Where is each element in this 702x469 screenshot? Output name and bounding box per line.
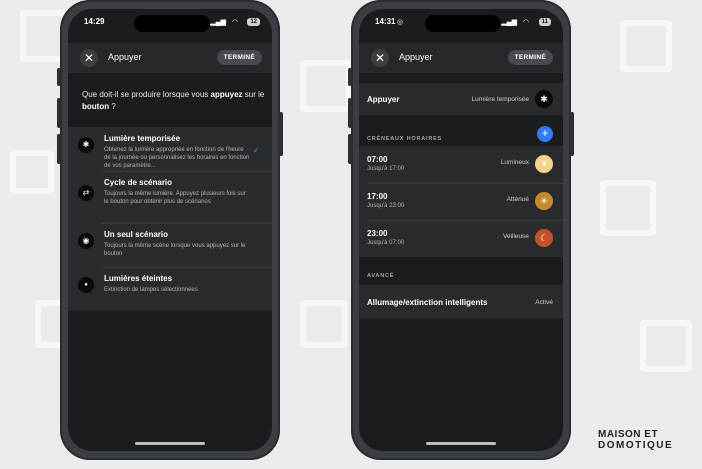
slot-time: 07:00 — [367, 155, 388, 164]
question-text: Que doit-il se produire lorsque vous app… — [82, 89, 267, 113]
left-phone: 14:29 ⌂ ▂▄▆ ◠ 12 ✕ Appuyer TERMINÉ Que d… — [57, 0, 283, 460]
question-prefix: Que doit-il se produire lorsque vous — [82, 90, 211, 99]
home-indicator[interactable] — [426, 442, 496, 445]
nav-bar: ✕ Appuyer TERMINÉ — [359, 43, 563, 73]
option-desc: Toujours la même lumière. Appuyez plusie… — [104, 191, 246, 205]
slots-header: CRÉNEAUX HORAIRES — [367, 136, 443, 142]
scene-icon: ◉ — [78, 233, 94, 249]
close-button[interactable]: ✕ — [371, 49, 389, 67]
bg-mark — [300, 60, 352, 112]
cycle-icon: ⇄ — [78, 185, 94, 201]
option-title: Lumière temporisée — [104, 134, 181, 143]
question-mid: sur le — [242, 90, 265, 99]
press-row[interactable]: Appuyer Lumière temporisée ✱ — [359, 83, 563, 115]
signal-icon: ▂▄▆ — [501, 19, 517, 26]
slot-time: 17:00 — [367, 192, 388, 201]
option-desc: Obtenez la lumière appropriée en fonctio… — [104, 147, 250, 169]
nav-bar: ✕ Appuyer TERMINÉ — [68, 43, 272, 73]
done-button[interactable]: TERMINÉ — [216, 50, 262, 65]
bg-mark — [10, 150, 54, 194]
press-row-value: Lumière temporisée — [471, 96, 529, 103]
option-scene-cycle[interactable]: ⇄ Cycle de scénario Toujours la même lum… — [68, 171, 272, 223]
close-icon: ✕ — [374, 51, 386, 65]
camera-icon: ◎ — [397, 19, 404, 26]
status-bar: 14:31 ◎ ▂▄▆ ◠ 11 — [359, 9, 563, 35]
question-bold-button: bouton — [82, 102, 110, 111]
option-title: Lumières éteintes — [104, 274, 173, 283]
question-bold-press: appuyez — [210, 90, 243, 99]
option-desc: Toujours la même scène lorsque vous appu… — [104, 243, 246, 257]
close-button[interactable]: ✕ — [80, 49, 98, 67]
slot-row[interactable]: 23:00 Jusqu'à 07:00 Veilleuse ☾ — [359, 220, 563, 257]
timed-light-icon: ✱ — [535, 90, 553, 108]
close-icon: ✕ — [83, 51, 95, 65]
advanced-header: AVANCÉ — [367, 273, 395, 279]
bg-mark — [300, 300, 348, 348]
option-desc: Extinction de lampes sélectionnées — [104, 287, 198, 293]
option-title: Un seul scénario — [104, 230, 169, 239]
logo-line1: MAISON ET — [598, 429, 659, 440]
wifi-icon: ◠ — [231, 19, 238, 26]
dynamic-island — [134, 15, 210, 32]
smart-row-title: Allumage/extinction intelligents — [367, 298, 488, 307]
slot-until: Jusqu'à 17:00 — [367, 166, 405, 172]
smart-row-value: Activé — [535, 299, 553, 306]
slot-until: Jusqu'à 07:00 — [367, 240, 405, 246]
timed-light-icon: ✱ — [78, 137, 94, 153]
left-screen: 14:29 ⌂ ▂▄▆ ◠ 12 ✕ Appuyer TERMINÉ Que d… — [68, 9, 272, 451]
signal-icon: ▂▄▆ — [210, 19, 226, 26]
wifi-icon: ◠ — [522, 19, 529, 26]
option-single-scene[interactable]: ◉ Un seul scénario Toujours la même scèn… — [68, 223, 272, 267]
smart-toggle-row[interactable]: Allumage/extinction intelligents Activé — [359, 285, 563, 319]
checkmark-icon: ✓ — [252, 145, 260, 155]
dynamic-island — [425, 15, 501, 32]
option-title: Cycle de scénario — [104, 178, 173, 187]
slot-until: Jusqu'à 23:00 — [367, 203, 405, 209]
add-slot-button[interactable]: + — [537, 126, 553, 142]
slot-row[interactable]: 17:00 Jusqu'à 23:00 Atténué ☀ — [359, 183, 563, 220]
slot-row[interactable]: 07:00 Jusqu'à 17:00 Lumineux ☀ — [359, 146, 563, 183]
slots-list: 07:00 Jusqu'à 17:00 Lumineux ☀ 17:00 Jus… — [359, 146, 563, 257]
home-indicator[interactable] — [135, 442, 205, 445]
slot-mode: Lumineux — [500, 159, 529, 166]
slot-mode: Veilleuse — [502, 233, 529, 240]
slot-mode: Atténué — [506, 196, 529, 203]
status-time: 14:29 — [84, 17, 105, 26]
sun-dim-icon: ☀ — [535, 192, 553, 210]
right-screen: 14:31 ◎ ▂▄▆ ◠ 11 ✕ Appuyer TERMINÉ Appuy… — [359, 9, 563, 451]
bg-mark — [600, 180, 656, 236]
logo-line2: DOMOTIQUE — [598, 440, 674, 451]
battery-indicator: 12 — [247, 18, 260, 26]
plus-icon: + — [541, 126, 549, 140]
lights-off-icon: ● — [78, 277, 94, 293]
done-button[interactable]: TERMINÉ — [507, 50, 553, 65]
moon-icon: ☾ — [535, 229, 553, 247]
status-bar: 14:29 ⌂ ▂▄▆ ◠ 12 — [68, 9, 272, 35]
site-logo: MAISON ET DOMOTIQUE — [598, 429, 688, 457]
bg-mark — [620, 20, 672, 72]
press-row-title: Appuyer — [367, 95, 400, 104]
status-time: 14:31 — [375, 17, 396, 26]
battery-indicator: 11 — [538, 18, 551, 26]
slot-time: 23:00 — [367, 229, 388, 238]
sun-bright-icon: ☀ — [535, 155, 553, 173]
bg-mark — [640, 320, 692, 372]
option-timed-light[interactable]: ✱ Lumière temporisée Obtenez la lumière … — [68, 127, 272, 171]
options-list: ✱ Lumière temporisée Obtenez la lumière … — [68, 127, 272, 311]
nav-title: Appuyer — [399, 52, 433, 62]
question-suffix: ? — [109, 102, 116, 111]
option-lights-off[interactable]: ● Lumières éteintes Extinction de lampes… — [68, 267, 272, 311]
nav-title: Appuyer — [108, 52, 142, 62]
right-phone: 14:31 ◎ ▂▄▆ ◠ 11 ✕ Appuyer TERMINÉ Appuy… — [348, 0, 574, 460]
